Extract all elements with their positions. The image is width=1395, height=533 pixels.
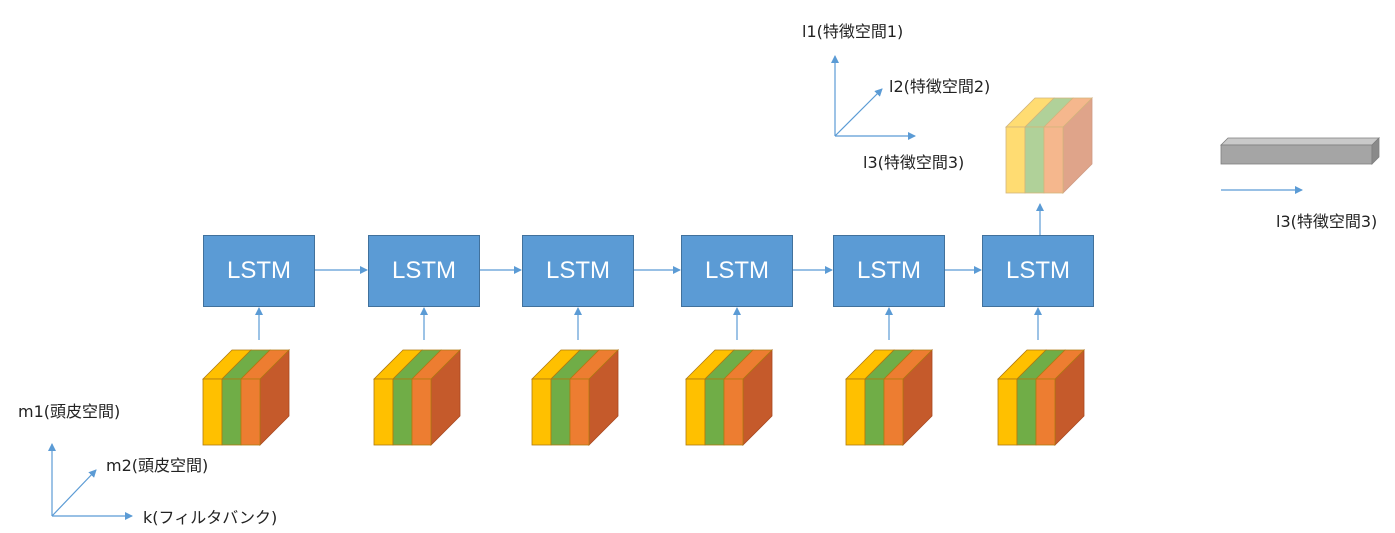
block-slab-front-face — [883, 378, 904, 446]
input-tensor-block — [685, 349, 773, 446]
block-slab-front-face — [240, 378, 261, 446]
block-slab-front-face — [1016, 378, 1037, 446]
feature-axis-l3-label: l3(特徴空間3) — [863, 153, 965, 172]
block-slab-front-face — [1043, 126, 1064, 194]
block-slab-front-face — [723, 378, 744, 446]
block-slab-front-face — [202, 378, 223, 446]
lstm-cell-5: LSTM — [833, 235, 945, 307]
block-slab-front-face — [569, 378, 590, 446]
lstm-cell-label: LSTM — [226, 257, 291, 284]
vector-bar-top-face — [1220, 137, 1380, 146]
block-slab-front-face — [864, 378, 885, 446]
lstm-cell-label: LSTM — [856, 257, 921, 284]
lstm-cell-label: LSTM — [545, 257, 610, 284]
output-feature-block — [1005, 97, 1093, 194]
lstm-cell-4: LSTM — [681, 235, 793, 307]
block-slab-front-face — [1024, 126, 1045, 194]
tensor-blocks-layer — [202, 97, 1093, 446]
block-slab-front-face — [411, 378, 432, 446]
input-axis-m2-label: m2(頭皮空間) — [106, 456, 209, 475]
input-axis-k-label: k(フィルタバンク) — [143, 508, 278, 527]
lstm-cell-2: LSTM — [368, 235, 480, 307]
lstm-cell-label: LSTM — [704, 257, 769, 284]
lstm-cell-6: LSTM — [982, 235, 1094, 307]
input-tensor-block — [531, 349, 619, 446]
block-slab-front-face — [392, 378, 413, 446]
block-slab-front-face — [1035, 378, 1056, 446]
feature-axis-l2-label: l2(特徴空間2) — [889, 77, 991, 96]
lstm-cell-label: LSTM — [1005, 257, 1070, 284]
feature-axis-l1-label: l1(特徴空間1) — [802, 22, 904, 41]
block-slab-front-face — [997, 378, 1018, 446]
block-slab-front-face — [845, 378, 866, 446]
block-slab-front-face — [373, 378, 394, 446]
feature-axis-l2-arrow — [834, 88, 883, 137]
block-slab-front-face — [704, 378, 725, 446]
vector-bar-front-face — [1220, 144, 1373, 165]
input-tensor-block — [202, 349, 290, 446]
block-slab-front-face — [531, 378, 552, 446]
lstm-cell-1: LSTM — [203, 235, 315, 307]
block-slab-front-face — [685, 378, 706, 446]
input-tensor-block — [997, 349, 1085, 446]
input-axis-m2-arrow — [51, 469, 97, 517]
block-slab-front-face — [1005, 126, 1026, 194]
block-slab-front-face — [221, 378, 242, 446]
lstm-cell-label: LSTM — [391, 257, 456, 284]
output-vector-layer — [1220, 137, 1380, 194]
input-axis-m1-label: m1(頭皮空間) — [18, 402, 121, 421]
lstm-cell-3: LSTM — [522, 235, 634, 307]
block-slab-front-face — [550, 378, 571, 446]
input-tensor-block — [845, 349, 933, 446]
vector-axis-l3-label: l3(特徴空間3) — [1276, 212, 1378, 231]
lstm-diagram-canvas: LSTM LSTM LSTM LSTM LSTM LSTM m1(頭皮空間) m… — [0, 0, 1395, 533]
input-tensor-block — [373, 349, 461, 446]
